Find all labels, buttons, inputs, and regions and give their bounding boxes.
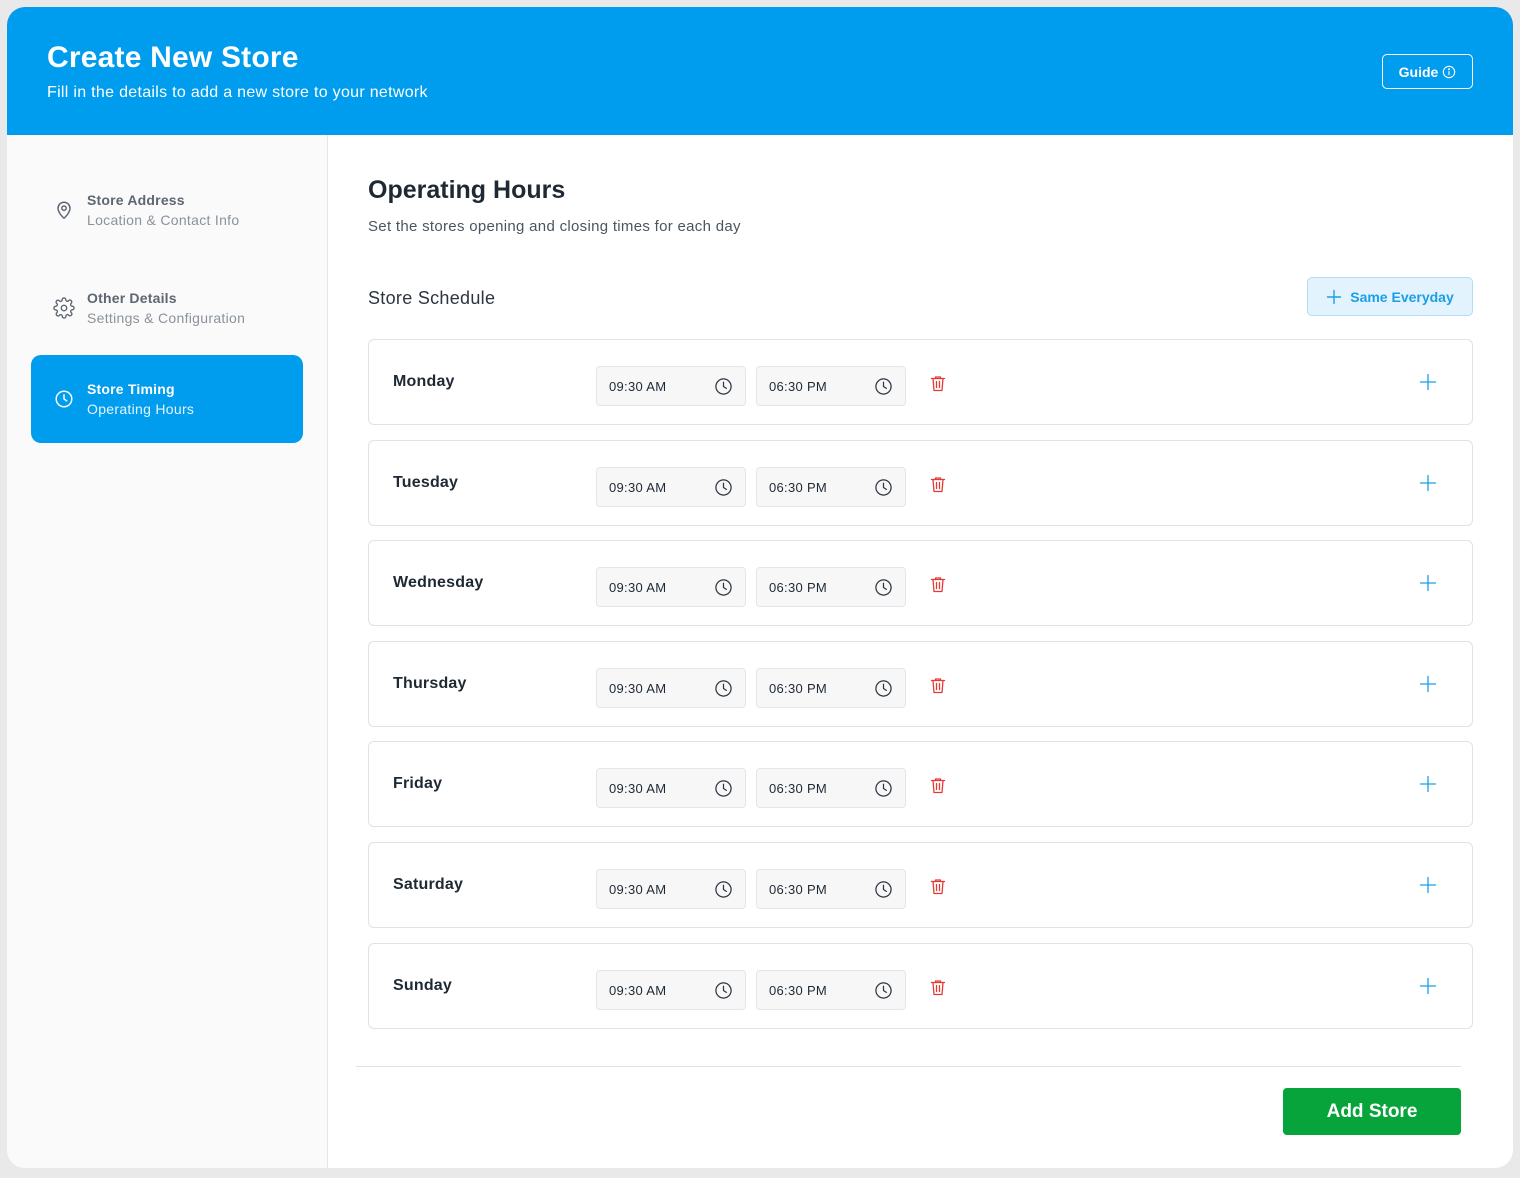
opening-time-field[interactable]: 09:30 AM <box>596 970 746 1010</box>
sidebar-item-label: Store Timing <box>87 381 175 397</box>
closing-time-value: 06:30 PM <box>769 781 828 796</box>
clock-icon <box>53 388 75 410</box>
day-name: Thursday <box>393 675 467 692</box>
closing-time-field[interactable]: 06:30 PM <box>756 869 906 909</box>
page-header: Create New Store Fill in the details to … <box>7 7 1513 135</box>
trash-icon[interactable] <box>930 878 946 895</box>
trash-icon[interactable] <box>930 677 946 694</box>
add-time-slot-icon[interactable] <box>1419 675 1437 693</box>
closing-time-value: 06:30 PM <box>769 983 828 998</box>
gear-icon <box>53 297 75 319</box>
closing-time-value: 06:30 PM <box>769 882 828 897</box>
opening-time-value: 09:30 AM <box>609 781 667 796</box>
opening-time-field[interactable]: 09:30 AM <box>596 467 746 507</box>
sidebar-item-store-address[interactable]: Store Address Location & Contact Info <box>31 166 303 254</box>
plus-icon <box>1327 289 1342 304</box>
page-title: Create New Store <box>47 41 299 74</box>
opening-time-field[interactable]: 09:30 AM <box>596 869 746 909</box>
add-time-slot-icon[interactable] <box>1419 474 1437 492</box>
trash-icon[interactable] <box>930 375 946 392</box>
closing-time-value: 06:30 PM <box>769 379 828 394</box>
add-time-slot-icon[interactable] <box>1419 977 1437 995</box>
trash-icon[interactable] <box>930 476 946 493</box>
create-store-window: Create New Store Fill in the details to … <box>7 7 1513 1168</box>
sidebar-item-other-details[interactable]: Other Details Settings & Configuration <box>31 264 303 352</box>
main-content: Operating Hours Set the stores opening a… <box>328 135 1513 1168</box>
opening-time-value: 09:30 AM <box>609 379 667 394</box>
closing-time-field[interactable]: 06:30 PM <box>756 768 906 808</box>
closing-time-value: 06:30 PM <box>769 480 828 495</box>
opening-time-value: 09:30 AM <box>609 681 667 696</box>
guide-label: Guide <box>1398 63 1439 80</box>
day-row-saturday: Saturday 09:30 AM 06:30 PM <box>368 842 1473 928</box>
trash-icon[interactable] <box>930 576 946 593</box>
clock-icon <box>714 377 733 396</box>
opening-time-value: 09:30 AM <box>609 480 667 495</box>
sidebar-item-label: Other Details <box>87 290 177 306</box>
closing-time-field[interactable]: 06:30 PM <box>756 970 906 1010</box>
add-store-button[interactable]: Add Store <box>1283 1088 1461 1135</box>
opening-time-field[interactable]: 09:30 AM <box>596 668 746 708</box>
add-time-slot-icon[interactable] <box>1419 876 1437 894</box>
day-name: Tuesday <box>393 474 459 491</box>
trash-icon[interactable] <box>930 979 946 996</box>
closing-time-field[interactable]: 06:30 PM <box>756 467 906 507</box>
closing-time-field[interactable]: 06:30 PM <box>756 567 906 607</box>
clock-icon <box>874 679 893 698</box>
clock-icon <box>874 981 893 1000</box>
clock-icon <box>714 779 733 798</box>
opening-time-value: 09:30 AM <box>609 882 667 897</box>
day-name: Sunday <box>393 977 452 994</box>
clock-icon <box>874 779 893 798</box>
clock-icon <box>874 478 893 497</box>
clock-icon <box>714 478 733 497</box>
clock-icon <box>874 880 893 899</box>
opening-time-field[interactable]: 09:30 AM <box>596 366 746 406</box>
closing-time-field[interactable]: 06:30 PM <box>756 668 906 708</box>
closing-time-value: 06:30 PM <box>769 681 828 696</box>
sidebar-item-sublabel: Settings & Configuration <box>87 310 246 326</box>
clock-icon <box>874 377 893 396</box>
clock-icon <box>714 578 733 597</box>
day-name: Saturday <box>393 876 464 893</box>
add-time-slot-icon[interactable] <box>1419 775 1437 793</box>
day-row-wednesday: Wednesday 09:30 AM 06:30 PM <box>368 540 1473 626</box>
same-everyday-button[interactable]: Same Everyday <box>1307 277 1473 316</box>
sidebar-item-sublabel: Location & Contact Info <box>87 212 240 228</box>
sidebar-item-store-timing[interactable]: Store Timing Operating Hours <box>31 355 303 443</box>
opening-time-value: 09:30 AM <box>609 983 667 998</box>
day-row-monday: Monday 09:30 AM 06:30 PM <box>368 339 1473 425</box>
add-time-slot-icon[interactable] <box>1419 574 1437 592</box>
day-name: Wednesday <box>393 574 484 591</box>
opening-time-field[interactable]: 09:30 AM <box>596 567 746 607</box>
clock-icon <box>714 981 733 1000</box>
clock-icon <box>874 578 893 597</box>
day-row-tuesday: Tuesday 09:30 AM 06:30 PM <box>368 440 1473 526</box>
section-title: Operating Hours <box>368 176 566 204</box>
map-pin-icon <box>53 199 75 221</box>
section-subtitle: Set the stores opening and closing times… <box>368 218 741 235</box>
clock-icon <box>714 880 733 899</box>
day-row-sunday: Sunday 09:30 AM 06:30 PM <box>368 943 1473 1029</box>
sidebar-item-sublabel: Operating Hours <box>87 401 195 417</box>
day-name: Friday <box>393 775 443 792</box>
same-everyday-label: Same Everyday <box>1350 288 1454 305</box>
trash-icon[interactable] <box>930 777 946 794</box>
opening-time-field[interactable]: 09:30 AM <box>596 768 746 808</box>
sidebar: Store Address Location & Contact Info Ot… <box>7 135 328 1168</box>
sidebar-item-label: Store Address <box>87 192 185 208</box>
clock-icon <box>714 679 733 698</box>
day-name: Monday <box>393 373 455 390</box>
page-subtitle: Fill in the details to add a new store t… <box>47 84 428 101</box>
schedule-title: Store Schedule <box>368 288 496 308</box>
info-circle-icon <box>1443 65 1456 78</box>
closing-time-field[interactable]: 06:30 PM <box>756 366 906 406</box>
add-time-slot-icon[interactable] <box>1419 373 1437 391</box>
day-row-thursday: Thursday 09:30 AM 06:30 PM <box>368 641 1473 727</box>
opening-time-value: 09:30 AM <box>609 580 667 595</box>
guide-button[interactable]: Guide <box>1382 54 1473 89</box>
divider <box>356 1066 1461 1067</box>
closing-time-value: 06:30 PM <box>769 580 828 595</box>
day-row-friday: Friday 09:30 AM 06:30 PM <box>368 741 1473 827</box>
